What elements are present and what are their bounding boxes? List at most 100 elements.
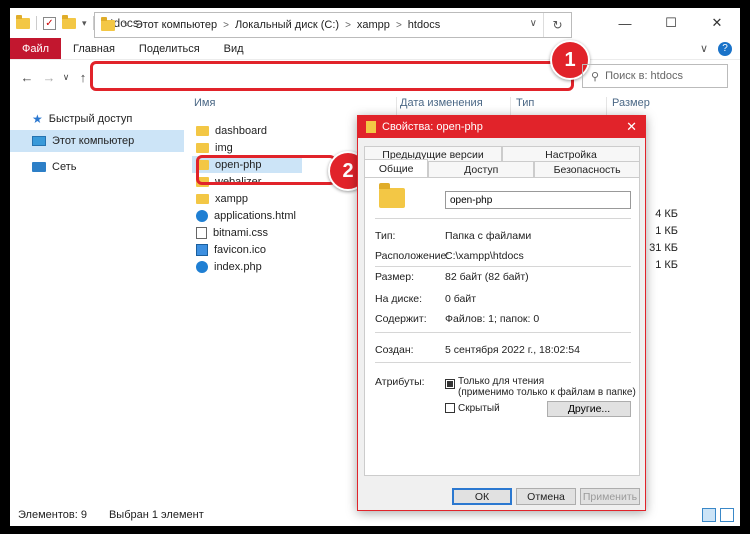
- maximize-button[interactable]: ☐: [648, 8, 694, 38]
- file-row-dashboard[interactable]: dashboard: [192, 122, 352, 139]
- minimize-button[interactable]: —: [602, 8, 648, 38]
- selection-count: Выбран 1 элемент: [108, 509, 204, 521]
- search-icon: ⚲: [591, 70, 600, 83]
- file-size: 31 КБ: [649, 242, 678, 254]
- column-type[interactable]: Тип: [516, 97, 534, 109]
- window-controls: — ☐ ✕: [602, 8, 740, 38]
- refresh-button[interactable]: ↻: [543, 13, 571, 37]
- close-button[interactable]: ✕: [694, 8, 740, 38]
- readonly-checkbox[interactable]: [445, 379, 455, 389]
- css-file-icon: [196, 226, 207, 239]
- readonly-note: (применимо только к файлам в папке): [458, 387, 636, 398]
- breadcrumb-separator[interactable]: >: [223, 20, 229, 31]
- file-name: applications.html: [214, 209, 296, 222]
- file-row-index[interactable]: index.php: [192, 258, 352, 275]
- search-placeholder: Поиск в: htdocs: [605, 70, 683, 82]
- divider: [375, 218, 631, 219]
- hidden-label: Скрытый: [458, 403, 500, 414]
- column-name[interactable]: Имя: [194, 97, 215, 109]
- file-row-img[interactable]: img: [192, 139, 352, 156]
- properties-check-icon[interactable]: ✓: [43, 16, 56, 30]
- file-name: favicon.ico: [214, 243, 266, 256]
- breadcrumb-htdocs[interactable]: htdocs: [408, 19, 440, 31]
- apply-button[interactable]: Применить: [580, 488, 640, 505]
- recent-locations-button[interactable]: ∨: [60, 72, 72, 83]
- column-headers: Имя Дата изменения Тип Размер: [184, 94, 740, 117]
- address-bar[interactable]: > Этот компьютер > Локальный диск (C:) >…: [94, 12, 572, 38]
- customize-toolbar-icon[interactable]: ▾: [82, 18, 87, 29]
- folder-icon: [196, 193, 209, 204]
- size-value: 82 байт (82 байт): [445, 271, 529, 283]
- file-row-bitnami[interactable]: bitnami.css: [192, 224, 352, 241]
- ribbon-right: ∨ ?: [700, 38, 740, 59]
- sidebar-item-label: Сеть: [52, 161, 77, 173]
- breadcrumb-separator[interactable]: >: [345, 20, 351, 31]
- folder-icon: [16, 14, 30, 29]
- folder-name-input[interactable]: open-php: [445, 191, 631, 209]
- file-row-applications[interactable]: applications.html: [192, 207, 352, 224]
- location-value: C:\xampp\htdocs: [445, 250, 524, 262]
- file-row-xampp[interactable]: xampp: [192, 190, 352, 207]
- column-size[interactable]: Размер: [612, 97, 650, 109]
- file-row-favicon[interactable]: favicon.ico: [192, 241, 352, 258]
- new-folder-icon[interactable]: [62, 14, 76, 29]
- edge-file-icon: [196, 260, 208, 273]
- column-divider[interactable]: [396, 97, 397, 117]
- breadcrumb-local-disk[interactable]: Локальный диск (C:): [235, 19, 339, 31]
- dialog-title: Свойства: open-php: [382, 121, 483, 133]
- file-name: index.php: [214, 260, 262, 273]
- folder-icon: [379, 183, 405, 208]
- expand-ribbon-icon[interactable]: ∨: [700, 42, 708, 55]
- breadcrumb-separator[interactable]: >: [396, 20, 402, 31]
- created-label: Создан:: [375, 344, 414, 356]
- column-date[interactable]: Дата изменения: [400, 97, 483, 109]
- folder-icon: [196, 142, 209, 153]
- column-divider[interactable]: [606, 97, 607, 117]
- computer-icon: [32, 136, 46, 146]
- search-input[interactable]: ⚲ Поиск в: htdocs: [582, 64, 728, 88]
- file-name: bitnami.css: [213, 226, 269, 239]
- tab-sharing[interactable]: Доступ: [428, 161, 535, 177]
- file-size: 4 КБ: [655, 208, 678, 220]
- tab-view[interactable]: Вид: [212, 38, 256, 59]
- sidebar-item-network[interactable]: Сеть: [10, 156, 184, 178]
- tab-share[interactable]: Поделиться: [127, 38, 212, 59]
- details-view-icon[interactable]: [702, 508, 716, 522]
- large-icons-view-icon[interactable]: [720, 508, 734, 522]
- sidebar-item-quick-access[interactable]: ★ Быстрый доступ: [10, 108, 184, 130]
- tab-security[interactable]: Безопасность: [534, 161, 640, 177]
- tab-general[interactable]: Общие: [364, 159, 429, 177]
- item-count: Элементов: 9: [18, 509, 87, 521]
- divider: [375, 332, 631, 333]
- sidebar-item-this-pc[interactable]: Этот компьютер: [10, 130, 184, 152]
- address-dropdown-icon[interactable]: ∨: [530, 18, 537, 29]
- help-icon[interactable]: ?: [718, 41, 732, 56]
- file-name: dashboard: [215, 124, 267, 137]
- contains-value: Файлов: 1; папок: 0: [445, 313, 540, 325]
- hidden-checkbox[interactable]: [445, 403, 455, 413]
- edge-file-icon: [196, 209, 208, 222]
- ok-button[interactable]: ОК: [452, 488, 512, 505]
- address-highlight: [90, 61, 574, 91]
- cancel-button[interactable]: Отмена: [516, 488, 576, 505]
- sidebar-item-label: Этот компьютер: [52, 135, 135, 147]
- file-name: xampp: [215, 192, 249, 205]
- network-icon: [32, 162, 46, 172]
- tab-file[interactable]: Файл: [10, 38, 62, 59]
- breadcrumb-separator[interactable]: >: [123, 20, 129, 31]
- forward-button[interactable]: →: [38, 70, 60, 85]
- folder-icon: [366, 121, 376, 133]
- advanced-button[interactable]: Другие...: [547, 401, 631, 417]
- back-button[interactable]: ←: [16, 70, 38, 85]
- divider: [375, 266, 631, 267]
- tab-home[interactable]: Главная: [61, 38, 127, 59]
- breadcrumb-xampp[interactable]: xampp: [357, 19, 390, 31]
- breadcrumb-this-pc[interactable]: Этот компьютер: [135, 19, 217, 31]
- column-divider[interactable]: [510, 97, 511, 117]
- on-disk-label: На диске:: [375, 293, 423, 305]
- file-size: 1 КБ: [655, 259, 678, 271]
- dialog-close-button[interactable]: ✕: [626, 119, 637, 135]
- tab-customize[interactable]: Настройка: [502, 146, 640, 162]
- type-label: Тип:: [375, 230, 396, 242]
- dialog-tabs-row-2: Общие Доступ Безопасность: [364, 159, 640, 177]
